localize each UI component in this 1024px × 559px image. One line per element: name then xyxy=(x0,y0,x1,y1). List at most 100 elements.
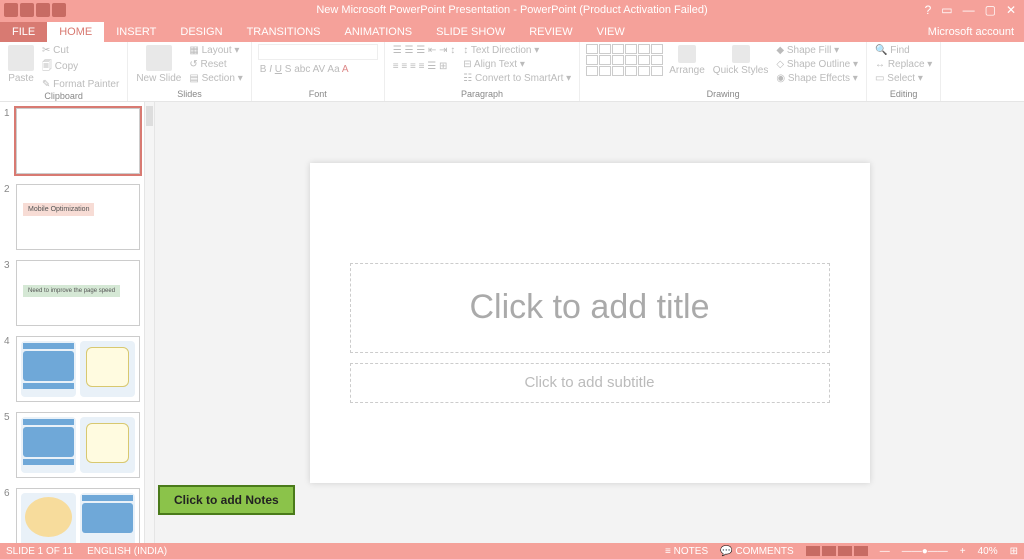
new-slide-icon xyxy=(146,45,172,71)
slides-label: Slides xyxy=(134,89,244,101)
slide-counter[interactable]: SLIDE 1 OF 11 xyxy=(6,546,73,557)
format-painter-button[interactable]: ✎ Format Painter xyxy=(40,78,121,91)
tab-transitions[interactable]: TRANSITIONS xyxy=(235,22,333,42)
shape-outline-button[interactable]: ◇ Shape Outline ▾ xyxy=(774,58,860,71)
list-buttons[interactable]: ☰ ☰ ☰ ⇤ ⇥ ↕ xyxy=(391,44,458,57)
title-placeholder[interactable]: Click to add title xyxy=(350,263,830,353)
reset-button[interactable]: ↺ Reset xyxy=(187,58,244,71)
tab-file[interactable]: FILE xyxy=(0,22,47,42)
align-text-button[interactable]: ⊟ Align Text ▾ xyxy=(461,58,573,71)
arrange-icon xyxy=(678,45,696,63)
status-bar: SLIDE 1 OF 11 ENGLISH (INDIA) ≡ NOTES 💬 … xyxy=(0,543,1024,559)
thumb-number: 1 xyxy=(4,108,12,174)
thumb-4[interactable] xyxy=(16,336,140,402)
drawing-label: Drawing xyxy=(586,89,860,101)
tab-animations[interactable]: ANIMATIONS xyxy=(333,22,425,42)
zoom-out-button[interactable]: — xyxy=(880,546,890,557)
quick-styles-icon xyxy=(732,45,750,63)
arrange-button[interactable]: Arrange xyxy=(667,44,707,77)
layout-button[interactable]: ▦ Layout ▾ xyxy=(187,44,244,57)
paste-button[interactable]: Paste xyxy=(6,44,36,85)
qat xyxy=(0,3,66,17)
paragraph-label: Paragraph xyxy=(391,89,573,101)
align-buttons[interactable]: ≡ ≡ ≡ ≡ ☰ ⊞ xyxy=(391,60,458,73)
slide-canvas: Click to add title Click to add subtitle xyxy=(155,102,1024,543)
zoom-in-button[interactable]: + xyxy=(960,546,966,557)
select-button[interactable]: ▭ Select ▾ xyxy=(873,72,934,85)
thumb-3[interactable]: Need to improve the page speed xyxy=(16,260,140,326)
tab-design[interactable]: DESIGN xyxy=(168,22,234,42)
group-drawing: Arrange Quick Styles ◆ Shape Fill ▾ ◇ Sh… xyxy=(580,42,867,101)
tab-view[interactable]: VIEW xyxy=(585,22,637,42)
tab-home[interactable]: HOME xyxy=(47,22,104,42)
group-paragraph: ☰ ☰ ☰ ⇤ ⇥ ↕ ≡ ≡ ≡ ≡ ☰ ⊞ ↕ Text Direction… xyxy=(385,42,580,101)
thumb-2[interactable]: Mobile Optimization xyxy=(16,184,140,250)
section-button[interactable]: ▤ Section ▾ xyxy=(187,72,244,85)
scrollbar-handle[interactable] xyxy=(146,106,153,126)
normal-view-icon[interactable] xyxy=(806,546,820,556)
thumb-1[interactable] xyxy=(16,108,140,174)
comments-toggle[interactable]: 💬 COMMENTS xyxy=(720,546,794,557)
qat-undo-icon[interactable] xyxy=(20,3,34,17)
convert-smartart-button[interactable]: ☷ Convert to SmartArt ▾ xyxy=(461,72,573,85)
account-label[interactable]: Microsoft account xyxy=(918,22,1024,42)
tab-review[interactable]: REVIEW xyxy=(517,22,584,42)
qat-save-icon[interactable] xyxy=(4,3,18,17)
maximize-icon[interactable]: ▢ xyxy=(985,3,996,17)
help-icon[interactable]: ? xyxy=(925,3,932,17)
group-editing: 🔍 Find ↔ Replace ▾ ▭ Select ▾ Editing xyxy=(867,42,941,101)
reading-view-icon[interactable] xyxy=(838,546,852,556)
sorter-view-icon[interactable] xyxy=(822,546,836,556)
zoom-level[interactable]: 40% xyxy=(978,546,998,557)
copy-button[interactable]: 🗐 Copy xyxy=(40,58,121,77)
view-buttons[interactable] xyxy=(806,546,868,556)
group-font: B I U S abc AV Aa A Font xyxy=(252,42,385,101)
thumb-number: 4 xyxy=(4,336,12,402)
subtitle-placeholder[interactable]: Click to add subtitle xyxy=(350,363,830,403)
thumb-number: 5 xyxy=(4,412,12,478)
font-label: Font xyxy=(258,89,378,101)
qat-redo-icon[interactable] xyxy=(36,3,50,17)
shape-fill-button[interactable]: ◆ Shape Fill ▾ xyxy=(774,44,860,57)
slide-thumbnails[interactable]: 1 2Mobile Optimization 3Need to improve … xyxy=(0,102,145,543)
qat-start-icon[interactable] xyxy=(52,3,66,17)
thumb-scrollbar[interactable] xyxy=(145,102,155,543)
language-indicator[interactable]: ENGLISH (INDIA) xyxy=(87,546,167,557)
shape-effects-button[interactable]: ◉ Shape Effects ▾ xyxy=(774,72,860,85)
tab-slideshow[interactable]: SLIDE SHOW xyxy=(424,22,517,42)
minimize-icon[interactable]: — xyxy=(963,3,975,17)
ribbon-options-icon[interactable]: ▭ xyxy=(941,3,952,17)
window-title: New Microsoft PowerPoint Presentation - … xyxy=(316,4,707,16)
font-selector[interactable] xyxy=(258,44,378,60)
main-area: 1 2Mobile Optimization 3Need to improve … xyxy=(0,102,1024,543)
paste-icon xyxy=(8,45,34,71)
find-button[interactable]: 🔍 Find xyxy=(873,44,934,57)
shapes-gallery[interactable] xyxy=(586,44,663,76)
ribbon-tabs: FILE HOME INSERT DESIGN TRANSITIONS ANIM… xyxy=(0,20,1024,42)
zoom-slider[interactable]: ——●—— xyxy=(902,546,948,557)
close-icon[interactable]: ✕ xyxy=(1006,3,1016,17)
cut-button[interactable]: ✂ Cut xyxy=(40,44,121,57)
ribbon: Paste ✂ Cut 🗐 Copy ✎ Format Painter Clip… xyxy=(0,42,1024,102)
tab-insert[interactable]: INSERT xyxy=(104,22,168,42)
notes-toggle[interactable]: ≡ NOTES xyxy=(665,546,708,557)
fit-to-window-icon[interactable]: ⊞ xyxy=(1010,546,1018,557)
thumb-number: 3 xyxy=(4,260,12,326)
window-controls: ? ▭ — ▢ ✕ xyxy=(925,3,1024,17)
quick-styles-button[interactable]: Quick Styles xyxy=(711,44,771,77)
group-slides: New Slide ▦ Layout ▾ ↺ Reset ▤ Section ▾… xyxy=(128,42,251,101)
font-style-buttons[interactable]: B I U S abc AV Aa A xyxy=(258,63,378,76)
slideshow-view-icon[interactable] xyxy=(854,546,868,556)
editing-label: Editing xyxy=(873,89,934,101)
new-slide-button[interactable]: New Slide xyxy=(134,44,183,85)
current-slide: Click to add title Click to add subtitle xyxy=(310,163,870,483)
text-direction-button[interactable]: ↕ Text Direction ▾ xyxy=(461,44,573,57)
group-clipboard: Paste ✂ Cut 🗐 Copy ✎ Format Painter Clip… xyxy=(0,42,128,101)
thumb-number: 2 xyxy=(4,184,12,250)
title-bar: New Microsoft PowerPoint Presentation - … xyxy=(0,0,1024,20)
thumb-number: 6 xyxy=(4,488,12,543)
replace-button[interactable]: ↔ Replace ▾ xyxy=(873,58,934,71)
notes-callout[interactable]: Click to add Notes xyxy=(158,485,295,515)
thumb-6[interactable] xyxy=(16,488,140,543)
thumb-5[interactable] xyxy=(16,412,140,478)
